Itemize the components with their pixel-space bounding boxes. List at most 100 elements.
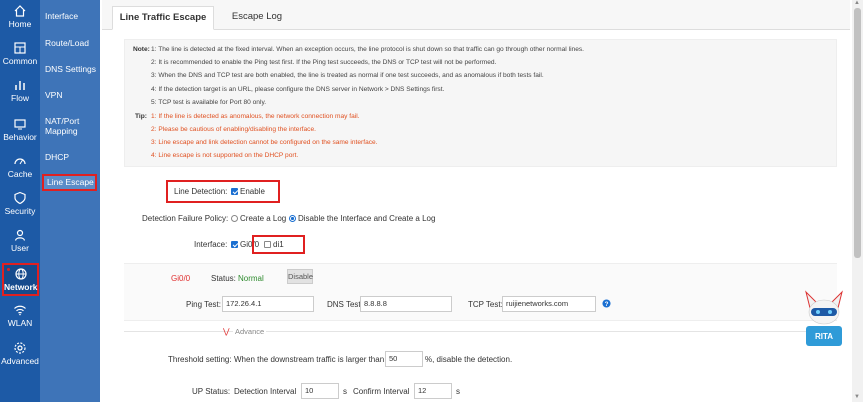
radio-icon: [231, 215, 238, 222]
note-line: 5: TCP test is available for Port 80 onl…: [151, 99, 267, 106]
submenu-line-escape[interactable]: Line Escape: [42, 174, 97, 191]
submenu-vpn[interactable]: VPN: [40, 90, 100, 100]
scroll-up-icon[interactable]: ▲: [854, 0, 860, 6]
tip-line: 1: If the line is detected as anomalous,…: [151, 113, 360, 120]
advance-toggle[interactable]: Advance: [233, 327, 267, 336]
submenu-mapping[interactable]: Mapping: [40, 126, 100, 136]
up-status-label: UP Status:: [192, 387, 231, 396]
tip-line: 2: Please be cautious of enabling/disabl…: [151, 126, 316, 133]
tab-bar: Line Traffic Escape Escape Log: [102, 0, 850, 30]
gear-icon: [14, 342, 26, 354]
scrollbar-thumb[interactable]: [854, 8, 861, 258]
shield-icon: [14, 191, 26, 205]
submenu-dhcp[interactable]: DHCP: [40, 152, 100, 162]
rita-assistant-icon[interactable]: RITA: [800, 290, 848, 354]
note-line: 3: When the DNS and TCP test are both en…: [151, 72, 544, 79]
interface-label: Interface:: [194, 240, 228, 249]
nav-advanced-label: Advanced: [1, 356, 39, 366]
nav-common[interactable]: Common: [0, 41, 40, 66]
nav-wlan-label: WLAN: [7, 318, 33, 328]
nav-home-label: Home: [8, 19, 32, 29]
detection-interval-input[interactable]: 10: [301, 383, 339, 399]
enable-checkbox[interactable]: Enable: [231, 187, 265, 196]
active-indicator-dot: [7, 268, 10, 271]
policy-label: Detection Failure Policy:: [142, 214, 229, 223]
nav-wlan[interactable]: WLAN: [0, 303, 40, 328]
submenu-nat-port[interactable]: NAT/Port: [40, 116, 100, 126]
notes-panel: Note: 1: The line is detected at the fix…: [124, 39, 837, 167]
svg-text:?: ?: [605, 301, 609, 308]
nav-user-label: User: [11, 243, 29, 253]
disable-button[interactable]: Disable: [287, 269, 313, 284]
scroll-down-icon[interactable]: ▼: [854, 394, 860, 400]
nav-behavior-label: Behavior: [3, 132, 37, 142]
unit-seconds: s: [456, 387, 460, 396]
user-icon: [14, 229, 26, 241]
tab-escape-log[interactable]: Escape Log: [220, 6, 294, 30]
threshold-text1: When the downstream traffic is larger th…: [234, 355, 385, 364]
vertical-scrollbar[interactable]: ▲ ▼: [852, 0, 863, 402]
nav-network-label: Network: [4, 282, 38, 292]
chevron-down-icon[interactable]: ⋁: [223, 327, 230, 336]
threshold-input[interactable]: 50: [385, 351, 423, 367]
submenu-dns-settings[interactable]: DNS Settings: [40, 64, 100, 74]
policy-opt2-label: Disable the Interface and Create a Log: [298, 214, 436, 223]
status-value: Normal: [238, 274, 264, 283]
nav-home[interactable]: Home: [0, 4, 40, 29]
note-line: 1: The line is detected at the fixed int…: [151, 46, 584, 53]
iface-di1-checkbox[interactable]: di1: [264, 240, 284, 249]
ping-test-label: Ping Test:: [186, 300, 221, 309]
policy-opt1-label: Create a Log: [240, 214, 287, 223]
nav-security[interactable]: Security: [0, 191, 40, 216]
checkbox-checked-icon: [231, 188, 238, 195]
home-icon: [14, 5, 26, 17]
nav-cache-label: Cache: [7, 169, 33, 179]
threshold-text2: %, disable the detection.: [425, 355, 513, 364]
radio-selected-icon: [289, 215, 296, 222]
network-submenu: Interface Route/Load DNS Settings VPN NA…: [40, 0, 100, 402]
main-nav-rail: Home Common Flow Behavior Cache Security…: [0, 0, 40, 402]
tcp-test-label: TCP Test:: [468, 300, 503, 309]
policy-disable-interface-radio[interactable]: Disable the Interface and Create a Log: [289, 214, 435, 223]
nav-flow-label: Flow: [11, 93, 29, 103]
note-line: 2: It is recommended to enable the Ping …: [151, 59, 497, 66]
enable-label: Enable: [240, 187, 265, 196]
nav-user[interactable]: User: [0, 228, 40, 253]
nav-flow[interactable]: Flow: [0, 78, 40, 103]
nav-security-label: Security: [4, 206, 36, 216]
policy-create-log-radio[interactable]: Create a Log: [231, 214, 286, 223]
dns-test-input[interactable]: 8.8.8.8: [360, 296, 452, 312]
line-detection-label: Line Detection:: [174, 187, 228, 196]
globe-icon: [14, 268, 27, 280]
wifi-icon: [14, 305, 26, 316]
detection-interval-label: Detection Interval: [234, 387, 297, 396]
interface-detail-panel: Gi0/0 Status: Normal Disable Ping Test: …: [124, 263, 837, 321]
nav-advanced[interactable]: Advanced: [0, 341, 40, 366]
note-key: Note:: [133, 46, 150, 53]
confirm-interval-input[interactable]: 12: [414, 383, 452, 399]
chart-icon: [15, 81, 25, 90]
gauge-icon: [14, 158, 26, 165]
submenu-interface[interactable]: Interface: [40, 11, 100, 21]
unit-seconds: s: [343, 387, 347, 396]
tcp-test-input[interactable]: ruijienetworks.com: [502, 296, 596, 312]
rita-label: RITA: [815, 332, 833, 341]
checkbox-unchecked-icon: [264, 241, 271, 248]
nav-network[interactable]: Network: [2, 263, 39, 296]
ping-test-input[interactable]: 172.26.4.1: [222, 296, 314, 312]
tip-line: 4: Line escape is not supported on the D…: [151, 152, 299, 159]
confirm-interval-label: Confirm Interval: [353, 387, 410, 396]
tab-line-traffic-escape[interactable]: Line Traffic Escape: [112, 6, 214, 30]
iface2-label: di1: [273, 240, 284, 249]
gi-name: Gi0/0: [171, 274, 191, 283]
tip-line: 3: Line escape and link detection cannot…: [151, 139, 378, 146]
note-line: 4: If the detection target is an URL, pl…: [151, 86, 445, 93]
nav-common-label: Common: [2, 56, 38, 66]
help-icon[interactable]: ?: [602, 299, 611, 308]
behavior-icon: [14, 119, 26, 130]
nav-behavior[interactable]: Behavior: [0, 117, 40, 142]
submenu-route-load[interactable]: Route/Load: [40, 38, 100, 48]
checkbox-checked-icon: [231, 241, 238, 248]
tip-key: Tip:: [135, 113, 147, 120]
nav-cache[interactable]: Cache: [0, 154, 40, 179]
